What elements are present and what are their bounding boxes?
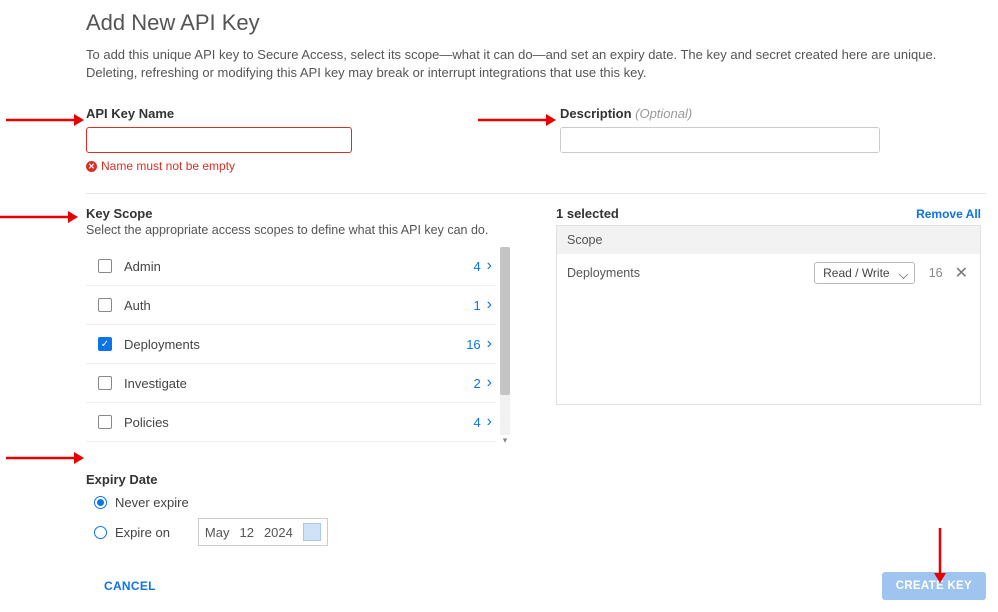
description-label-text: Description — [560, 106, 632, 121]
expiry-day: 12 — [239, 525, 253, 540]
scope-name: Deployments — [124, 337, 466, 352]
divider — [86, 193, 986, 194]
chevron-right-icon: › — [487, 413, 492, 431]
description-input[interactable] — [560, 127, 880, 153]
expiry-month: May — [205, 525, 230, 540]
selected-header: Scope — [557, 226, 980, 254]
expire-on-label: Expire on — [115, 525, 170, 540]
scope-checkbox[interactable] — [98, 259, 112, 273]
intro-text: To add this unique API key to Secure Acc… — [86, 46, 946, 82]
chevron-right-icon: › — [487, 257, 492, 275]
scope-name: Admin — [124, 259, 473, 274]
expiry-heading: Expiry Date — [86, 472, 986, 487]
never-expire-radio[interactable] — [94, 496, 107, 509]
chevron-right-icon: › — [487, 374, 492, 392]
name-error-message: ✕ Name must not be empty — [86, 159, 352, 173]
page-title: Add New API Key — [86, 10, 986, 36]
scope-checkbox[interactable] — [98, 298, 112, 312]
scope-count: 4 — [473, 415, 480, 430]
scope-count: 2 — [473, 376, 480, 391]
scope-item-policies[interactable]: Policies4 › — [86, 403, 496, 442]
scope-list: ▾ Admin4›Auth1›✓Deployments16›Investigat… — [86, 247, 496, 442]
description-label: Description (Optional) — [560, 106, 880, 121]
api-key-name-input[interactable] — [86, 127, 352, 153]
scope-name: Auth — [124, 298, 473, 313]
never-expire-label: Never expire — [115, 495, 189, 510]
chevron-right-icon: › — [487, 335, 492, 353]
key-scope-subtext: Select the appropriate access scopes to … — [86, 223, 496, 237]
description-optional: (Optional) — [635, 106, 692, 121]
selected-scope-name: Deployments — [567, 266, 804, 280]
scrollbar-thumb[interactable] — [500, 247, 510, 395]
scrollbar[interactable]: ▾ — [500, 247, 510, 435]
error-icon: ✕ — [86, 161, 97, 172]
scope-name: Investigate — [124, 376, 473, 391]
remove-scope-icon[interactable]: ✕ — [953, 263, 970, 283]
selected-scope-count: 16 — [925, 266, 943, 280]
scope-count: 16 — [466, 337, 480, 352]
scope-checkbox[interactable] — [98, 376, 112, 390]
key-scope-heading: Key Scope — [86, 206, 496, 221]
scope-item-deployments[interactable]: ✓ Deployments16 › — [86, 325, 496, 364]
scope-item-admin[interactable]: Admin4 › — [86, 247, 496, 286]
scope-checkbox[interactable]: ✓ — [98, 337, 112, 351]
expiry-date-picker[interactable]: May 12 2024 — [198, 518, 328, 546]
expiry-year: 2024 — [264, 525, 293, 540]
cancel-button[interactable]: CANCEL — [104, 579, 156, 593]
scope-name: Policies — [124, 415, 473, 430]
selected-scopes-box: Scope Deployments Read / Write 16 ✕ — [556, 225, 981, 405]
scope-checkbox[interactable] — [98, 415, 112, 429]
chevron-right-icon: › — [487, 296, 492, 314]
name-error-text: Name must not be empty — [101, 159, 235, 173]
permission-dropdown[interactable]: Read / Write — [814, 262, 914, 284]
calendar-icon[interactable] — [303, 523, 321, 541]
scope-item-auth[interactable]: Auth1 › — [86, 286, 496, 325]
scope-count: 4 — [473, 259, 480, 274]
selected-count: 1 selected — [556, 206, 619, 221]
selected-scope-row: Deployments Read / Write 16 ✕ — [557, 254, 980, 292]
scrollbar-down-arrow[interactable]: ▾ — [500, 435, 510, 445]
create-key-button[interactable]: CREATE KEY — [882, 572, 986, 600]
scope-item-investigate[interactable]: Investigate2 › — [86, 364, 496, 403]
scope-count: 1 — [473, 298, 480, 313]
remove-all-link[interactable]: Remove All — [916, 207, 981, 221]
api-key-name-label: API Key Name — [86, 106, 352, 121]
expire-on-radio[interactable] — [94, 526, 107, 539]
